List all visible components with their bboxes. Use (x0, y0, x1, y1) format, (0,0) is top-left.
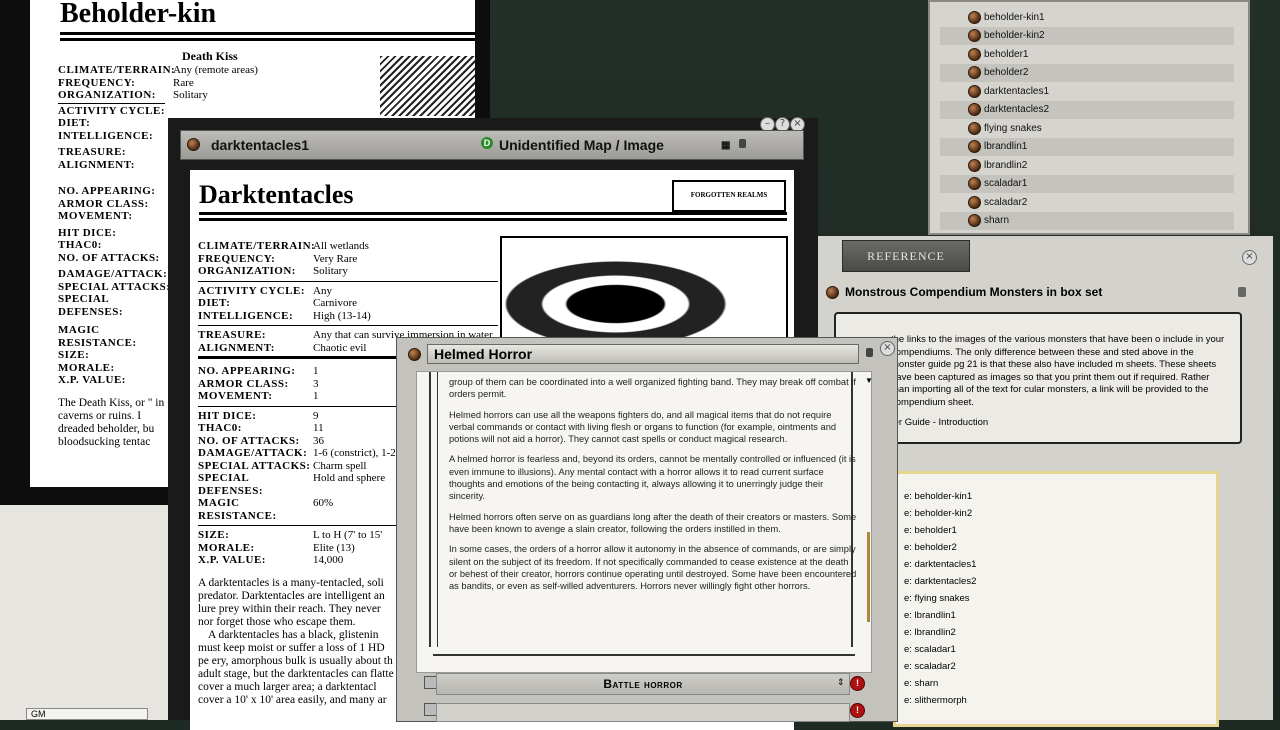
list-item[interactable]: e: darktentacles1 (904, 556, 1216, 573)
list-item[interactable]: e: darktentacles2 (904, 573, 1216, 590)
scroll-up-icon[interactable]: ▼ (865, 376, 873, 385)
list-item[interactable]: e: beholder-kin1 (904, 488, 1216, 505)
link-orb-icon[interactable] (968, 121, 981, 135)
link-orb-icon[interactable] (968, 195, 981, 209)
list-item[interactable]: e: lbrandlin2 (904, 624, 1216, 641)
list-item[interactable]: e: slithermorph (904, 692, 1216, 709)
link-orb-icon[interactable] (826, 285, 839, 299)
list-item[interactable]: flying snakes (940, 119, 1234, 138)
link-orb-icon[interactable] (968, 140, 981, 154)
list-item[interactable]: beholder1 (940, 45, 1234, 64)
chat-panel (0, 505, 168, 720)
link-orb-icon[interactable] (968, 103, 981, 117)
link-orb-icon[interactable] (968, 158, 981, 172)
link-orb-icon[interactable] (968, 177, 981, 191)
list-item[interactable]: e: lbrandlin1 (904, 607, 1216, 624)
description-text-2: A darktentacles has a black, glistenin m… (198, 628, 394, 706)
link-orb-icon[interactable] (968, 214, 981, 228)
list-item[interactable]: darktentacles2 (940, 100, 1234, 119)
alert-icon[interactable]: ! (850, 676, 865, 691)
list-item[interactable]: e: scaladar2 (904, 658, 1216, 675)
list-item[interactable]: e: scaladar1 (904, 641, 1216, 658)
list-item[interactable]: beholder2 (940, 63, 1234, 82)
lock-icon[interactable] (739, 139, 746, 148)
reference-link-list: e: beholder-kin1 e: beholder-kin2 e: beh… (893, 471, 1219, 727)
list-item[interactable]: scaladar2 (940, 193, 1234, 212)
list-item[interactable]: lbrandlin2 (940, 156, 1234, 175)
alert-icon[interactable]: ! (850, 703, 865, 718)
map-label: Unidentified Map / Image (499, 137, 664, 153)
link-orb-icon[interactable] (968, 66, 981, 80)
identified-icon[interactable]: D (481, 137, 493, 149)
window-title-bar: Helmed Horror (427, 344, 859, 364)
close-icon[interactable]: × (1242, 250, 1257, 265)
window-title: darktentacles1 (211, 137, 310, 153)
monster-image-list-window: beholder-kin1 beholder-kin2 beholder1 be… (928, 0, 1250, 235)
battle-horror-entry[interactable]: Battle horror (436, 673, 850, 695)
description-text: A darktentacles is a many-tentacled, sol… (198, 576, 385, 628)
lock-icon[interactable] (1238, 287, 1246, 297)
list-item[interactable]: e: beholder1 (904, 522, 1216, 539)
sort-icon[interactable]: ⇕ (837, 677, 845, 688)
link-orb-icon[interactable] (968, 47, 981, 61)
list-item[interactable]: darktentacles1 (940, 82, 1234, 101)
link-orb-icon[interactable] (968, 84, 981, 98)
description-text: The Death Kiss, or " in caverns or ruins… (58, 396, 165, 448)
scrollbar[interactable] (867, 532, 870, 622)
list-item[interactable]: lbrandlin1 (940, 137, 1234, 156)
list-item[interactable]: sharn (940, 211, 1234, 230)
reference-tab[interactable]: REFERENCE (842, 240, 970, 272)
window-title: Helmed Horror (434, 346, 533, 362)
monster-image-list: beholder-kin1 beholder-kin2 beholder1 be… (940, 8, 1234, 230)
lock-icon[interactable] (866, 348, 873, 357)
list-item[interactable]: beholder-kin2 (940, 26, 1234, 45)
list-item[interactable]: e: flying snakes (904, 590, 1216, 607)
list-item[interactable]: e: beholder2 (904, 539, 1216, 556)
link-orb-icon[interactable] (408, 348, 421, 361)
link-orb-icon[interactable] (968, 10, 981, 24)
identity-select[interactable]: GM (26, 708, 148, 720)
list-item[interactable]: beholder-kin1 (940, 8, 1234, 27)
window-title-bar: darktentacles1 D Unidentified Map / Imag… (180, 130, 804, 160)
description-frame: group of them can be coordinated into a … (416, 371, 873, 673)
next-entry[interactable] (436, 703, 850, 722)
list-item[interactable]: e: beholder-kin2 (904, 505, 1216, 522)
link-orb-icon[interactable] (187, 138, 200, 151)
grid-icon[interactable]: ▦ (721, 140, 730, 151)
description-text: group of them can be coordinated into a … (449, 377, 857, 592)
helmed-horror-window: Helmed Horror × group of them can be coo… (396, 337, 898, 722)
reference-title-bar: Monstrous Compendium Monsters in box set (826, 282, 1246, 302)
forgotten-realms-logo: FORGOTTEN REALMS (672, 180, 786, 212)
page-title: Darktentacles (199, 180, 354, 209)
link-orb-icon[interactable] (968, 29, 981, 43)
list-item[interactable]: scaladar1 (940, 174, 1234, 193)
monster-illustration (500, 236, 788, 350)
close-icon[interactable]: × (880, 341, 895, 356)
list-item[interactable]: e: sharn (904, 675, 1216, 692)
page-title: Beholder-kin (60, 0, 217, 29)
monster-illustration (380, 56, 475, 116)
reference-title: Monstrous Compendium Monsters in box set (845, 285, 1103, 299)
